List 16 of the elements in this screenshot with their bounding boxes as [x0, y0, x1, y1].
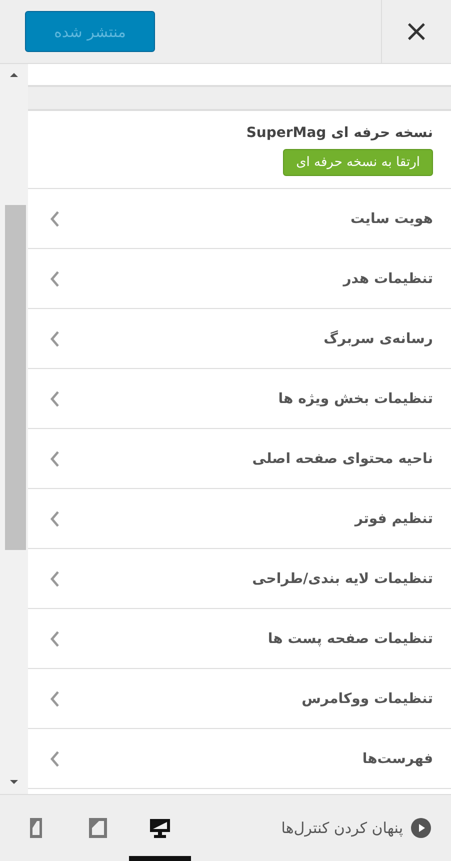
- chevron-left-icon: [50, 210, 60, 226]
- chevron-left-icon: [50, 570, 60, 586]
- monitor-icon: [149, 816, 171, 838]
- hide-controls-button[interactable]: پنهان کردن کنترل‌ها: [275, 817, 451, 839]
- chevron-left-icon: [50, 630, 60, 646]
- chevron-left-icon: [50, 450, 60, 466]
- chevron-left-icon: [50, 330, 60, 346]
- chevron-left-icon: [50, 510, 60, 526]
- pro-title: نسخه حرفه ای SuperMag: [246, 125, 433, 141]
- chevron-left-icon: [50, 690, 60, 706]
- chevron-left-icon: [50, 750, 60, 766]
- chevron-left-icon: [50, 270, 60, 286]
- phone-icon: [29, 816, 43, 838]
- play-icon: [411, 818, 431, 838]
- tablet-icon: [88, 816, 108, 838]
- chevron-left-icon: [50, 390, 60, 406]
